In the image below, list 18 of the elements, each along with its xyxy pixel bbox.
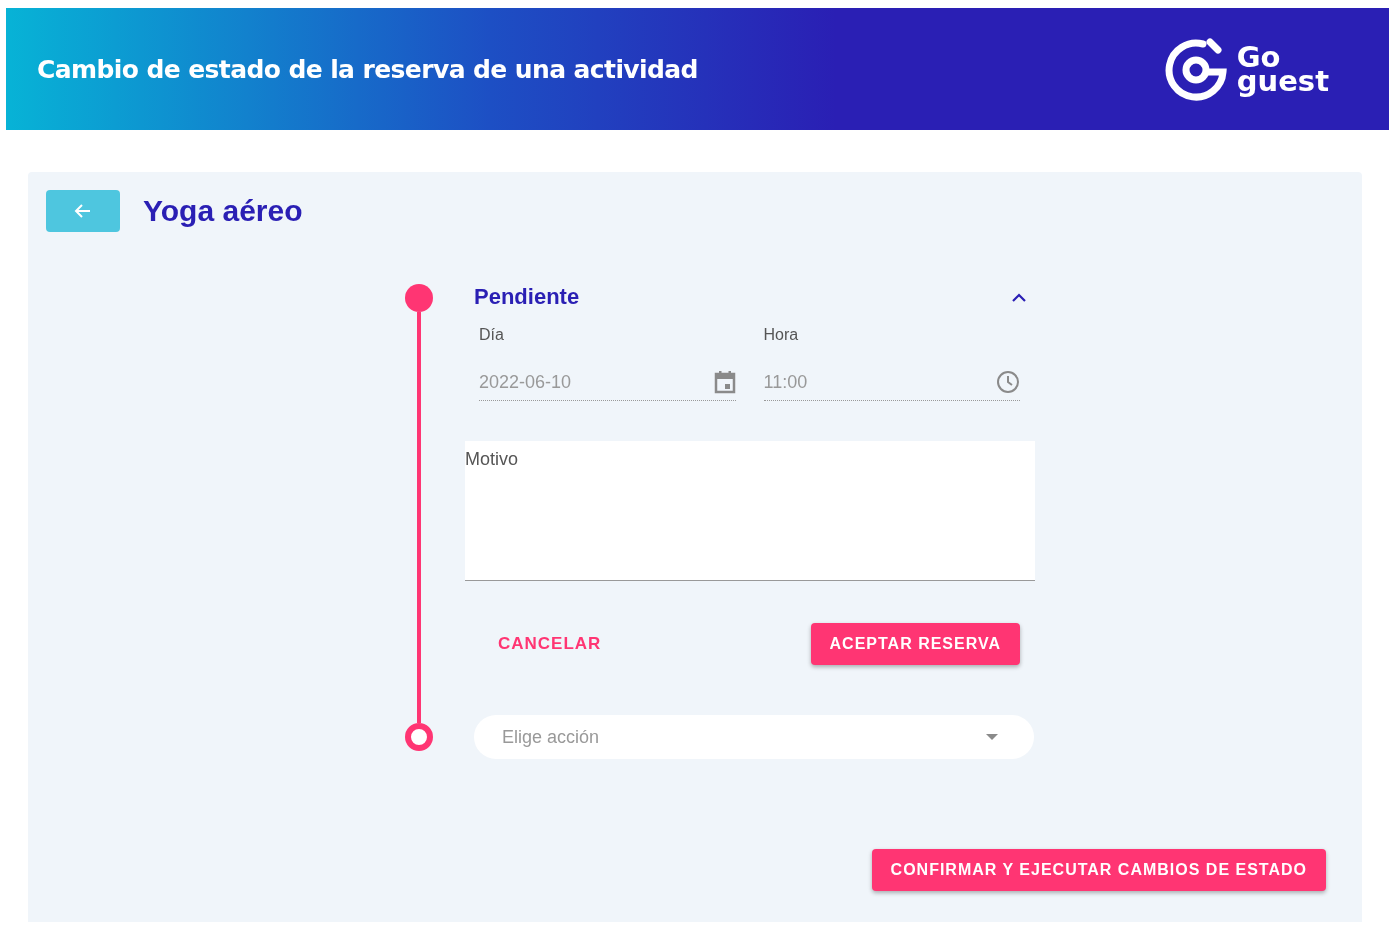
reason-field[interactable]: Motivo: [465, 441, 1035, 581]
logo-icon: [1162, 36, 1229, 102]
page-header-title: Cambio de estado de la reserva de una actividad: [37, 54, 698, 84]
clock-icon: [996, 370, 1020, 394]
accept-button[interactable]: ACEPTAR RESERVA: [810, 623, 1020, 665]
field-label: Día: [479, 326, 505, 344]
cancel-button[interactable]: CANCELAR: [482, 624, 618, 664]
logo-text: Go: [1236, 45, 1281, 69]
timeline-node: [405, 723, 433, 751]
timeline-node: [405, 284, 433, 312]
field-label: Hora: [763, 326, 800, 344]
action-select[interactable]: Elige acción: [474, 715, 1034, 759]
confirm-button[interactable]: CONFIRMAR Y EJECUTAR CAMBIOS DE ESTADO: [871, 849, 1326, 891]
activity-title: Yoga aéreo: [143, 194, 303, 228]
dropdown-caret-icon: [986, 734, 998, 740]
calendar-icon: [713, 370, 736, 394]
step-title: Pendiente: [474, 284, 580, 310]
chevron-up-icon[interactable]: [1012, 292, 1026, 302]
